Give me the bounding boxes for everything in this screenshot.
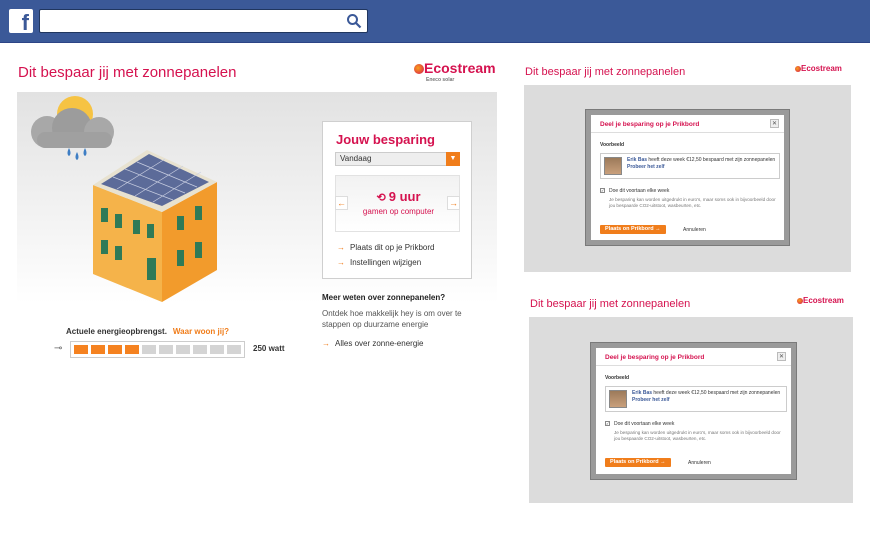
energy-meter-segment — [210, 345, 224, 354]
facebook-logo-icon[interactable]: f — [9, 9, 33, 33]
page-title: Dit bespaar jij met zonnepanelen — [18, 64, 237, 81]
close-icon[interactable]: ✕ — [770, 119, 779, 128]
share-dialog-2: Deel je besparing op je Prikbord ✕ Voorb… — [590, 342, 797, 480]
avatar — [604, 157, 622, 175]
chevron-down-icon[interactable]: ▼ — [446, 152, 460, 166]
weekly-checkbox[interactable]: ✓ Doe dit voortaan elke week — [605, 421, 674, 427]
next-arrow-icon[interactable]: → — [447, 196, 460, 210]
post-preview: Erik Bas heeft deze week €12,50 bespaard… — [605, 386, 787, 412]
preview-label: Voorbeeld — [600, 142, 625, 148]
share-dialog-1: Deel je besparing op je Prikbord ✕ Voorb… — [585, 109, 790, 246]
energy-meter-segment — [142, 345, 156, 354]
energy-meter-segment — [227, 345, 241, 354]
where-do-you-live-link[interactable]: Waar woon jij? — [173, 327, 229, 336]
plug-icon: ⊸ — [54, 343, 63, 354]
period-select[interactable]: Vandaag ▼ — [335, 152, 460, 166]
submit-button[interactable]: Plaats on Prikbord → — [605, 458, 671, 467]
settings-link[interactable]: → Instellingen wijzigen — [337, 258, 421, 267]
ecostream-logo: Ecostream Eneco solar — [414, 60, 496, 83]
preview-title-1: Dit bespaar jij met zonnepanelen — [525, 66, 686, 78]
savings-panel: Jouw besparing Vandaag ▼ ← ⟲ 9 uur gamen… — [322, 121, 472, 279]
facebook-header: f — [0, 0, 870, 43]
energy-label: Actuele energieopbrengst. Waar woon jij? — [66, 327, 230, 336]
energy-meter-segment — [108, 345, 122, 354]
submit-button[interactable]: Plaats on Prikbord → — [600, 225, 666, 234]
search-icon[interactable] — [346, 13, 362, 29]
preview-label: Voorbeeld — [605, 375, 630, 381]
solar-energy-link[interactable]: → Alles over zonne-energie — [322, 339, 424, 348]
dialog-title: Deel je besparing op je Prikbord — [596, 348, 791, 366]
panel-title: Jouw besparing — [336, 132, 435, 147]
dialog-note: Je besparing kan worden uitgedrukt in eu… — [614, 430, 781, 441]
preview-screenshot-1: Deel je besparing op je Prikbord ✕ Voorb… — [524, 85, 851, 272]
cancel-link[interactable]: Annuleren — [683, 227, 706, 233]
close-icon[interactable]: ✕ — [777, 352, 786, 361]
energy-meter-segment — [74, 345, 88, 354]
energy-meter-segment — [125, 345, 139, 354]
search-input[interactable] — [39, 9, 368, 33]
preview-screenshot-2: Deel je besparing op je Prikbord ✕ Voorb… — [529, 317, 853, 503]
post-preview: Erik Bas heeft deze week €12,50 bespaard… — [600, 153, 780, 179]
weather-cloud-icon — [31, 96, 114, 160]
energy-meter-segment — [176, 345, 190, 354]
preview-title-2: Dit bespaar jij met zonnepanelen — [530, 298, 691, 310]
saving-text: gamen op computer — [362, 207, 435, 216]
savings-carousel: ← ⟲ 9 uur gamen op computer → — [335, 175, 460, 232]
energy-watt: 250 watt — [253, 344, 285, 353]
saving-value: ⟲ 9 uur — [376, 189, 421, 204]
weekly-checkbox[interactable]: ✓ Doe dit voortaan elke week — [600, 188, 669, 194]
prikbord-link[interactable]: → Plaats dit op je Prikbord — [337, 243, 435, 252]
ecostream-logo-small-2: Ecostream — [797, 296, 844, 305]
avatar — [609, 390, 627, 408]
energy-meter-segment — [193, 345, 207, 354]
dialog-note: Je besparing kan worden uitgedrukt in eu… — [609, 197, 776, 208]
more-info-text: Ontdek hoe makkelijk hey is om over te s… — [322, 309, 462, 329]
energy-meter-segment — [159, 345, 173, 354]
ecostream-logo-small-1: Ecostream — [795, 64, 842, 73]
more-info-heading: Meer weten over zonnepanelen? — [322, 293, 446, 302]
dialog-title: Deel je besparing op je Prikbord — [591, 115, 784, 133]
energy-meter-segment — [91, 345, 105, 354]
cancel-link[interactable]: Annuleren — [688, 460, 711, 466]
energy-meter — [70, 341, 245, 358]
